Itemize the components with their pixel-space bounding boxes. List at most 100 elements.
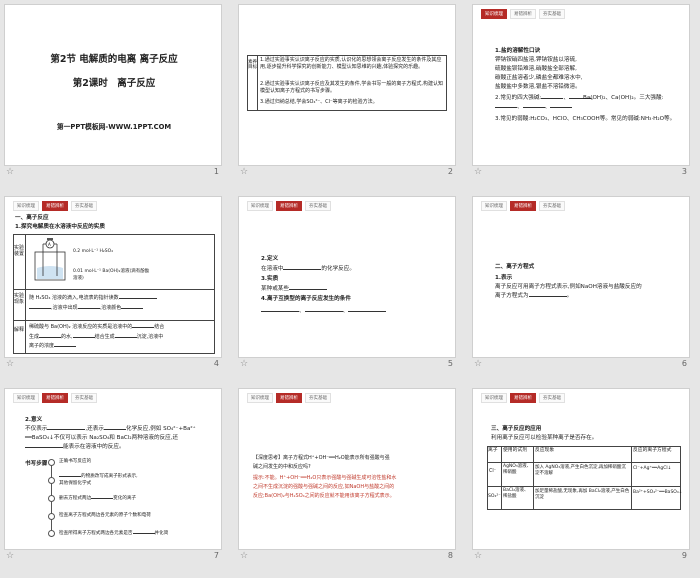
table-cell: SO₄²⁻ bbox=[488, 494, 501, 499]
heading: 二、离子方程式 bbox=[495, 264, 535, 270]
intro: 利用离子反应可以检验某种离子是否存在。 bbox=[491, 435, 598, 441]
slide-canvas: 素养目标 1.通过实验事实认识离子反应的实质,认识化的思想领会离子反应发生的条件… bbox=[238, 4, 456, 166]
objective-1: 1.通过实验事实认识离子反应的实质,认识化的思想领会离子反应发生的条件及其应用,… bbox=[260, 57, 442, 71]
slide-thumbnail-3[interactable]: 知识梳理 易错辨析 夯实基础 1.盐的溶解性口诀 钾钠铵硝四盐溶,钾钠铵盐以溶硫… bbox=[472, 4, 690, 178]
slide-thumbnail-7[interactable]: 知识梳理 易错辨析 夯实基础 2.意义 不仅表示 ,还表示 化学反应,例如 SO₄²… bbox=[4, 388, 222, 562]
steps-label: 书写步骤 bbox=[25, 461, 48, 467]
slide-number: 7 bbox=[213, 551, 219, 560]
animation-star-icon: ☆ bbox=[240, 167, 249, 177]
animation-star-icon: ☆ bbox=[474, 167, 483, 177]
beaker-label-acid: 0.2 mol·L⁻¹ H₂SO₄ bbox=[73, 249, 113, 254]
tab-errors[interactable]: 易错辨析 bbox=[276, 201, 302, 211]
slide-thumbnail-1[interactable]: 第2节 电解质的电离 离子反应 第2课时 离子反应 第一PPT模板网-WWW.1… bbox=[4, 4, 222, 178]
hint-line: 反应;Ba(OH)₂与H₂SO₄之间的反应就不能用该离子方程式表示。 bbox=[253, 493, 395, 499]
line: 离子反应可用离子方程式表示,例如NaOH溶液与盐酸反应的 bbox=[495, 284, 642, 290]
line: 碳酸正盐溶者少,磷盐全都难溶水中, bbox=[495, 75, 583, 81]
animation-star-icon: ☆ bbox=[6, 359, 15, 369]
slide-number: 8 bbox=[447, 551, 453, 560]
tab-knowledge[interactable]: 知识梳理 bbox=[13, 393, 39, 403]
line: 2.定义 bbox=[261, 256, 279, 262]
slide-canvas: 知识梳理 易错辨析 夯实基础 一、离子反应 1.探究电解质在水溶液中反应的实质 … bbox=[4, 196, 222, 358]
slide-thumbnail-8[interactable]: 知识梳理 易错辨析 夯实基础 【深度思考】离子方程式H⁺+OH⁻══H₂O能表示… bbox=[238, 388, 456, 562]
step-text: 的物质改写成离子形式表示, bbox=[59, 473, 138, 481]
row-label: 实验现象 bbox=[14, 293, 25, 305]
animation-star-icon: ☆ bbox=[6, 167, 15, 177]
animation-star-icon: ☆ bbox=[240, 359, 249, 369]
slide-footer: 第一PPT模板网-WWW.1PPT.COM bbox=[56, 123, 172, 131]
slide-thumbnail-4[interactable]: 知识梳理 易错辨析 夯实基础 一、离子反应 1.探究电解质在水溶液中反应的实质 … bbox=[4, 196, 222, 370]
table-cell: Ba²⁺+SO₄²⁻══BaSO₄↓ bbox=[633, 490, 683, 495]
tab-knowledge[interactable]: 知识梳理 bbox=[481, 393, 507, 403]
table-header: 离子 bbox=[488, 448, 498, 453]
table-cell: 加入 AgNO₃溶液,产生白色沉淀,再加稀硝酸沉淀不溶解 bbox=[535, 465, 626, 476]
slide-canvas: 知识梳理 易错辨析 夯实基础 2.定义 在溶液中 的化学反应。 3.实质 某种或某… bbox=[238, 196, 456, 358]
line: 在溶液中 的化学反应。 bbox=[261, 266, 355, 272]
tab-knowledge[interactable]: 知识梳理 bbox=[481, 9, 507, 19]
step-text: 检查离子方程式两边各元素的原子个数和电荷 bbox=[59, 513, 151, 518]
tab-errors[interactable]: 易错辨析 bbox=[510, 393, 536, 403]
explanation-line: 生成 的水, 结合生成 沉淀,溶液中 bbox=[29, 334, 164, 340]
tab-errors[interactable]: 易错辨析 bbox=[42, 393, 68, 403]
section-tabs: 知识梳理 易错辨析 夯实基础 bbox=[247, 393, 331, 403]
explanation-line: 稀硫酸与 Ba(OH)₂ 溶液反应的实质是溶液中的 结合 bbox=[29, 324, 165, 330]
line: 盐酸盐中多数溶,银盐不溶铅微溶。 bbox=[495, 84, 581, 90]
row-label: 实验装置 bbox=[14, 245, 25, 257]
table-cell: 加足量稀盐酸,无现象,再加 BaCl₂溶液,产生白色沉淀 bbox=[535, 489, 630, 500]
row-label: 解释 bbox=[14, 327, 25, 333]
tab-basics[interactable]: 夯实基础 bbox=[71, 393, 97, 403]
heading: 三、离子反应的应用 bbox=[491, 426, 542, 432]
objective-3: 3.通过归纳总结,学会SO₄²⁻、Cl⁻等离子的检验方法。 bbox=[260, 99, 378, 105]
line: 离子方程式为。 bbox=[495, 293, 573, 299]
tab-knowledge[interactable]: 知识梳理 bbox=[247, 201, 273, 211]
table-header: 反应现象 bbox=[535, 448, 555, 453]
section-tabs: 知识梳理 易错辨析 夯实基础 bbox=[481, 393, 565, 403]
tab-basics[interactable]: 夯实基础 bbox=[305, 201, 331, 211]
observation-line: ,溶液中出现 ,溶液颜色 bbox=[29, 305, 144, 312]
beaker-label-base: 0.01 mol·L⁻¹ Ba(OH)₂溶液(滴有酚酞溶液) bbox=[73, 269, 150, 281]
line: 、、 bbox=[261, 307, 387, 315]
svg-text:A: A bbox=[48, 242, 51, 247]
slide-number: 9 bbox=[681, 551, 687, 560]
tab-basics[interactable]: 夯实基础 bbox=[539, 393, 565, 403]
tab-errors[interactable]: 易错辨析 bbox=[276, 393, 302, 403]
line: 4.离子互换型的离子反应发生的条件 bbox=[261, 296, 351, 302]
slide-thumbnail-2[interactable]: 素养目标 1.通过实验事实认识离子反应的实质,认识化的思想领会离子反应发生的条件… bbox=[238, 4, 456, 178]
tab-basics[interactable]: 夯实基础 bbox=[305, 393, 331, 403]
slide-number: 1 bbox=[213, 167, 219, 176]
slide-canvas: 知识梳理 易错辨析 夯实基础 三、离子反应的应用 利用离子反应可以检验某种离子是… bbox=[472, 388, 690, 550]
tab-knowledge[interactable]: 知识梳理 bbox=[247, 393, 273, 403]
slide-canvas: 知识梳理 易错辨析 夯实基础 2.意义 不仅表示 ,还表示 化学反应,例如 SO₄²… bbox=[4, 388, 222, 550]
line: 、、 bbox=[495, 103, 573, 111]
slide-canvas: 知识梳理 易错辨析 夯实基础 1.盐的溶解性口诀 钾钠铵硝四盐溶,钾钠铵盐以溶硫… bbox=[472, 4, 690, 166]
slide-number: 4 bbox=[213, 359, 219, 368]
slide-thumbnail-6[interactable]: 知识梳理 易错辨析 夯实基础 二、离子方程式 1.表示 离子反应可用离子方程式表… bbox=[472, 196, 690, 370]
slide-thumbnail-5[interactable]: 知识梳理 易错辨析 夯实基础 2.定义 在溶液中 的化学反应。 3.实质 某种或某… bbox=[238, 196, 456, 370]
table-cell: Cl⁻ bbox=[489, 469, 497, 474]
tab-knowledge[interactable]: 知识梳理 bbox=[481, 201, 507, 211]
section-tabs: 知识梳理 易错辨析 夯实基础 bbox=[481, 9, 565, 19]
step-text: 检查所得离子方程式两边各元素是否 并化简 bbox=[59, 531, 169, 536]
tab-errors[interactable]: 易错辨析 bbox=[510, 9, 536, 19]
tab-errors[interactable]: 易错辨析 bbox=[510, 201, 536, 211]
step-marker bbox=[48, 477, 55, 484]
table-cell: BaCl₂溶液、稀盐酸 bbox=[503, 488, 529, 499]
observation-line: 随 H₂SO₄ 溶液的滴入,电流表的指针读数 bbox=[29, 295, 157, 302]
line: 钾钠铵硝四盐溶,钾钠铵盐以溶硫, bbox=[495, 57, 577, 63]
line: ══BaSO₄↓不仅可以表示 Na₂SO₄和 BaCl₂两种溶液的反应,还 bbox=[25, 435, 179, 441]
line: 【深度思考】离子方程式H⁺+OH⁻══H₂O能表示所有强酸与强 bbox=[253, 455, 390, 461]
line: 3.实质 bbox=[261, 276, 279, 282]
tab-basics[interactable]: 夯实基础 bbox=[539, 201, 565, 211]
objective-2: 2.通过实验事实认识离子反应及其发生的条件,学会书写一般的离子方程式,构建认知模… bbox=[260, 81, 443, 95]
tab-knowledge[interactable]: 知识梳理 bbox=[13, 201, 39, 211]
section-tabs: 知识梳理 易错辨析 夯实基础 bbox=[13, 393, 97, 403]
animation-star-icon: ☆ bbox=[240, 551, 249, 561]
slide-thumbnail-9[interactable]: 知识梳理 易错辨析 夯实基础 三、离子反应的应用 利用离子反应可以检验某种离子是… bbox=[472, 388, 690, 562]
step-text: 其他保留化学式 bbox=[59, 481, 92, 486]
slide-title: 第2节 电解质的电离 离子反应 bbox=[50, 54, 178, 65]
slide-number: 6 bbox=[681, 359, 687, 368]
step-text: 删去方程式两边 变化的离子 bbox=[59, 496, 137, 501]
tab-errors[interactable]: 易错辨析 bbox=[42, 201, 68, 211]
table-header: 反应的离子方程式 bbox=[633, 448, 672, 453]
tab-basics[interactable]: 夯实基础 bbox=[539, 9, 565, 19]
tab-basics[interactable]: 夯实基础 bbox=[71, 201, 97, 211]
